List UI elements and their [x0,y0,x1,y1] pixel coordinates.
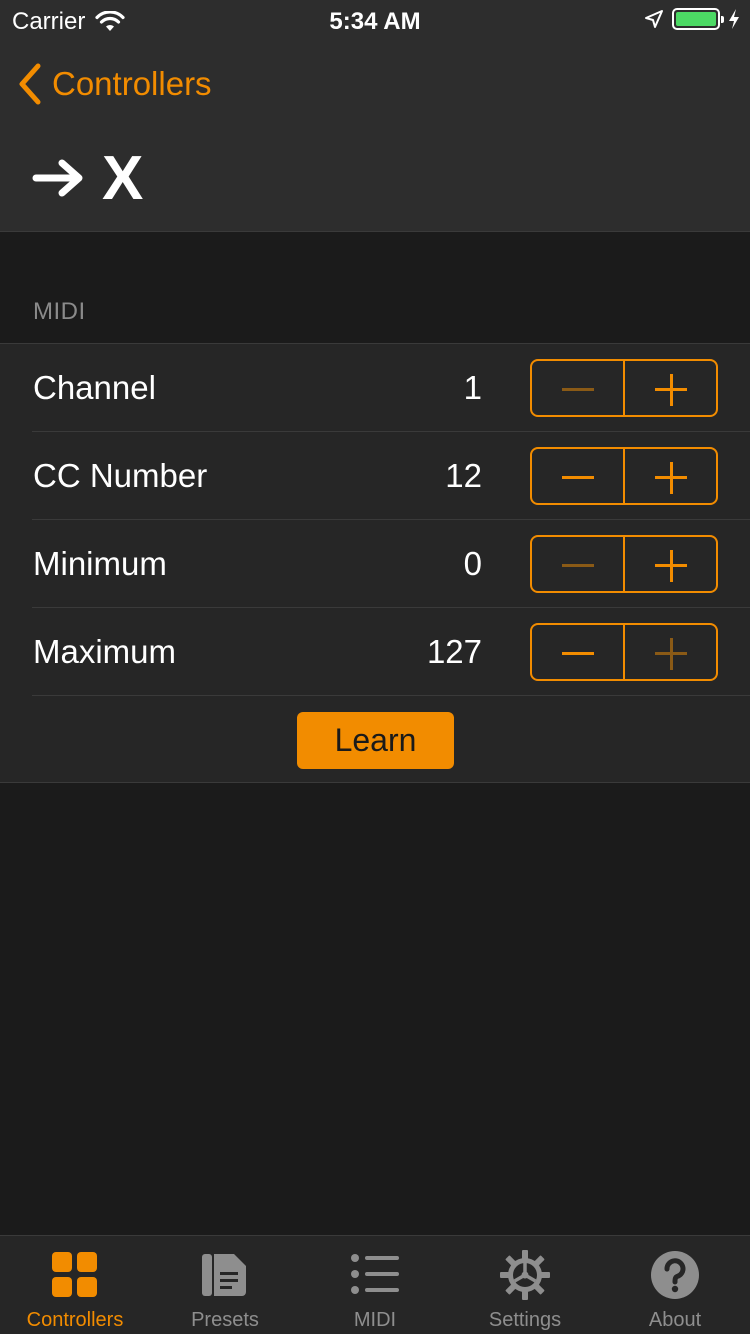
section-header: MIDI [33,298,86,325]
tab-settings[interactable]: Settings [450,1236,600,1334]
navigation-header: Carrier 5:34 AM Controllers X [0,0,750,232]
learn-button[interactable]: Learn [297,712,454,769]
minus-icon [562,476,594,479]
tab-label: Controllers [26,1309,124,1331]
cc-number-stepper[interactable] [530,447,718,505]
arrow-right-icon [32,159,83,197]
decrement-button[interactable] [532,361,625,415]
minus-icon [562,564,594,567]
row-value: 127 [426,633,482,670]
tab-about[interactable]: About [600,1236,750,1334]
decrement-button[interactable] [532,537,625,591]
question-icon [651,1251,699,1299]
row-label: CC Number [33,457,208,494]
document-icon [202,1254,246,1296]
row-label: Channel [33,369,156,406]
decrement-button[interactable] [532,625,625,679]
tab-bar: Controllers Presets MIDI Settings About [0,1235,750,1334]
location-arrow-icon [645,10,663,28]
table-row-cc-number: CC Number 12 [0,432,750,520]
minus-icon [562,652,594,655]
plus-icon-vertical [670,462,673,494]
minimum-stepper[interactable] [530,535,718,593]
chevron-left-icon [19,63,41,105]
minus-icon [562,388,594,391]
row-value: 1 [463,369,482,406]
list-icon [351,1254,399,1294]
row-value: 0 [463,545,482,582]
tab-label: Presets [191,1309,259,1331]
tab-label: Settings [488,1309,562,1331]
row-label: Minimum [33,545,167,582]
plus-icon-vertical [670,374,673,406]
channel-stepper[interactable] [530,359,718,417]
battery-level [676,12,716,26]
back-button-label: Controllers [52,65,212,102]
maximum-stepper[interactable] [530,623,718,681]
tab-controllers[interactable]: Controllers [0,1236,150,1334]
decrement-button[interactable] [532,449,625,503]
table-row-channel: Channel 1 [0,344,750,432]
table-row-minimum: Minimum 0 [0,520,750,608]
charging-bolt-icon [729,9,739,29]
status-bar: Carrier 5:34 AM [0,0,750,40]
increment-button[interactable] [625,449,716,503]
page-title-text: X [102,143,144,213]
gear-icon [500,1250,550,1300]
back-button[interactable]: Controllers [16,60,212,108]
increment-button[interactable] [625,625,716,679]
grid-icon [52,1252,97,1297]
tab-label: About [648,1309,702,1331]
increment-button[interactable] [625,361,716,415]
tab-label: MIDI [353,1309,397,1331]
battery-icon [672,8,724,30]
page-title: X [32,140,143,216]
status-time: 5:34 AM [329,8,421,35]
plus-icon-vertical [670,638,673,670]
increment-button[interactable] [625,537,716,591]
plus-icon-vertical [670,550,673,582]
status-right [644,8,740,30]
tab-midi[interactable]: MIDI [300,1236,450,1334]
tab-presets[interactable]: Presets [150,1236,300,1334]
table-row-maximum: Maximum 127 [0,608,750,696]
row-divider [32,695,750,696]
row-label: Maximum [33,633,177,670]
row-value: 12 [445,457,482,494]
battery-tip [721,16,724,23]
